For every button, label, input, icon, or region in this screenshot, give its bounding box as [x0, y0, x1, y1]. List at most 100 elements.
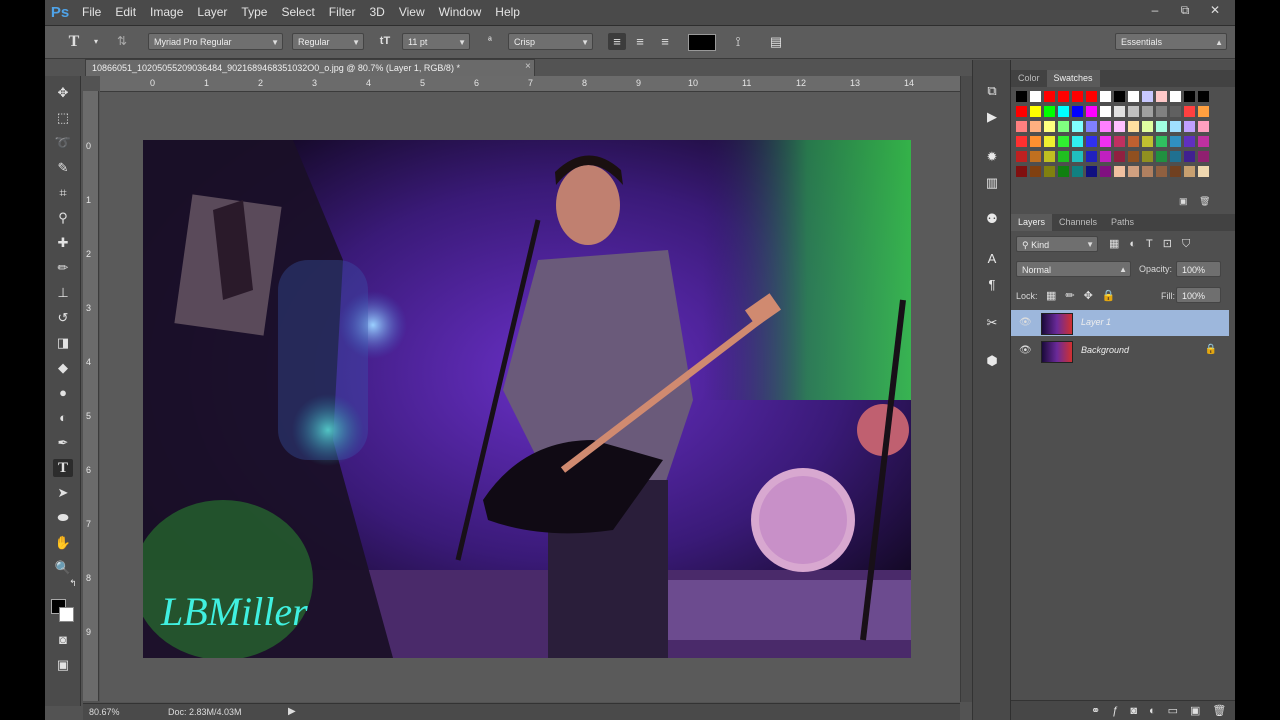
swatch-cell[interactable]	[1086, 136, 1097, 147]
swatch-cell[interactable]	[1086, 151, 1097, 162]
swatch-cell[interactable]	[1128, 121, 1139, 132]
swatch-cell[interactable]	[1016, 91, 1027, 102]
swatch-cell[interactable]	[1030, 121, 1041, 132]
swatch-cell[interactable]	[1198, 91, 1209, 102]
swatch-cell[interactable]	[1044, 166, 1055, 177]
eraser-tool-icon[interactable]: ◨	[53, 334, 73, 352]
swatch-cell[interactable]	[1128, 151, 1139, 162]
swatch-cell[interactable]	[1086, 121, 1097, 132]
type-tool-preset-icon[interactable]: T	[65, 33, 83, 50]
swatch-cell[interactable]	[1086, 106, 1097, 117]
character-panel-icon[interactable]: A	[982, 250, 1002, 268]
restore-icon[interactable]: ⧉	[1177, 3, 1193, 17]
swatch-cell[interactable]	[1016, 106, 1027, 117]
history-brush-tool-icon[interactable]: ↺	[53, 309, 73, 327]
delete-swatch-icon[interactable]: 🗑	[1199, 196, 1210, 207]
new-swatch-icon[interactable]: ▣	[1179, 196, 1188, 207]
quick-mask-icon[interactable]: ◙	[53, 631, 73, 649]
tab-close-icon[interactable]: ×	[525, 61, 531, 72]
swatch-cell[interactable]	[1100, 166, 1111, 177]
swatch-cell[interactable]	[1030, 151, 1041, 162]
swatch-cell[interactable]	[1072, 91, 1083, 102]
tab-color[interactable]: Color	[1011, 70, 1047, 87]
swatch-cell[interactable]	[1016, 136, 1027, 147]
swatch-cell[interactable]	[1114, 121, 1125, 132]
swatch-cell[interactable]	[1156, 151, 1167, 162]
swatch-cell[interactable]	[1142, 136, 1153, 147]
tab-paths[interactable]: Paths	[1104, 214, 1141, 231]
swatch-cell[interactable]	[1156, 106, 1167, 117]
path-select-tool-icon[interactable]: ➤	[53, 484, 73, 502]
fill-field[interactable]: 100%	[1176, 287, 1221, 303]
swatch-cell[interactable]	[1114, 91, 1125, 102]
actions-play-icon[interactable]: ▶	[982, 108, 1002, 126]
antialias-select[interactable]: Crisp ▼	[508, 33, 593, 50]
layer-row-layer1[interactable]: 👁 Layer 1	[1011, 310, 1229, 336]
swatch-cell[interactable]	[1114, 151, 1125, 162]
swatch-cell[interactable]	[1058, 106, 1069, 117]
menu-filter[interactable]: Filter	[322, 0, 363, 25]
play-icon[interactable]: ▶	[288, 706, 296, 717]
swatch-cell[interactable]	[1184, 106, 1195, 117]
swatch-cell[interactable]	[1142, 91, 1153, 102]
swatch-cell[interactable]	[1072, 151, 1083, 162]
tab-swatches[interactable]: Swatches	[1046, 70, 1100, 87]
swatch-cell[interactable]	[1184, 91, 1195, 102]
blur-tool-icon[interactable]: ●	[53, 384, 73, 402]
swatch-cell[interactable]	[1128, 91, 1139, 102]
swatch-cell[interactable]	[1128, 136, 1139, 147]
paragraph-panel-icon[interactable]: ¶	[982, 276, 1002, 294]
swatch-cell[interactable]	[1156, 91, 1167, 102]
align-right-icon[interactable]: ≡	[656, 33, 674, 50]
adjustments-panel-icon[interactable]: ✹	[982, 148, 1002, 166]
swatch-cell[interactable]	[1044, 136, 1055, 147]
tab-layers[interactable]: Layers	[1011, 214, 1053, 231]
marquee-tool-icon[interactable]: ⬚	[53, 109, 73, 127]
swatch-cell[interactable]	[1184, 121, 1195, 132]
swatch-cell[interactable]	[1142, 151, 1153, 162]
warp-text-icon[interactable]: ⟟	[729, 33, 747, 50]
quick-select-tool-icon[interactable]: ✎	[53, 159, 73, 177]
swatch-cell[interactable]	[1100, 106, 1111, 117]
opacity-field[interactable]: 100%	[1176, 261, 1221, 277]
layer-filter-select[interactable]: ⚲ Kind ▼	[1016, 236, 1098, 252]
history-panel-icon[interactable]: ⧉	[982, 82, 1002, 100]
swatch-cell[interactable]	[1072, 136, 1083, 147]
font-family-select[interactable]: Myriad Pro Regular ▼	[148, 33, 283, 50]
text-color-swatch[interactable]	[688, 34, 716, 51]
swatch-cell[interactable]	[1128, 166, 1139, 177]
text-orientation-icon[interactable]: ⇅	[113, 33, 131, 50]
crop-tool-icon[interactable]: ⌗	[53, 184, 73, 202]
menu-file[interactable]: File	[75, 0, 108, 25]
swatch-cell[interactable]	[1170, 151, 1181, 162]
swatch-cell[interactable]	[1016, 166, 1027, 177]
swatch-cell[interactable]	[1142, 121, 1153, 132]
menu-image[interactable]: Image	[143, 0, 190, 25]
swatch-cell[interactable]	[1072, 106, 1083, 117]
document-tab[interactable]: 10866051_10205055209036484_9021689468351…	[85, 59, 535, 76]
visibility-eye-icon[interactable]: 👁	[1019, 345, 1032, 356]
swatch-cell[interactable]	[1170, 121, 1181, 132]
swatch-cell[interactable]	[1100, 121, 1111, 132]
swatch-cell[interactable]	[1114, 136, 1125, 147]
swatch-cell[interactable]	[1016, 151, 1027, 162]
swatch-cell[interactable]	[1030, 91, 1041, 102]
font-size-select[interactable]: 11 pt ▼	[402, 33, 470, 50]
swatch-cell[interactable]	[1198, 106, 1209, 117]
swatch-cell[interactable]	[1156, 121, 1167, 132]
histogram-panel-icon[interactable]: ▥	[982, 174, 1002, 192]
swatch-cell[interactable]	[1044, 91, 1055, 102]
swatch-cell[interactable]	[1030, 106, 1041, 117]
3d-panel-icon[interactable]: ⬢	[982, 352, 1002, 370]
swatch-cell[interactable]	[1198, 166, 1209, 177]
brush-tool-icon[interactable]: ✏	[53, 259, 73, 277]
visibility-eye-icon[interactable]: 👁	[1019, 317, 1032, 328]
menu-window[interactable]: Window	[432, 0, 489, 25]
swatch-cell[interactable]	[1072, 121, 1083, 132]
menu-edit[interactable]: Edit	[108, 0, 143, 25]
swatch-cell[interactable]	[1058, 151, 1069, 162]
layer-action-icons[interactable]: ⚭ƒ◙◐▭▣🗑	[1091, 704, 1235, 717]
swatch-cell[interactable]	[1128, 106, 1139, 117]
swatch-cell[interactable]	[1198, 121, 1209, 132]
swatch-cell[interactable]	[1170, 136, 1181, 147]
